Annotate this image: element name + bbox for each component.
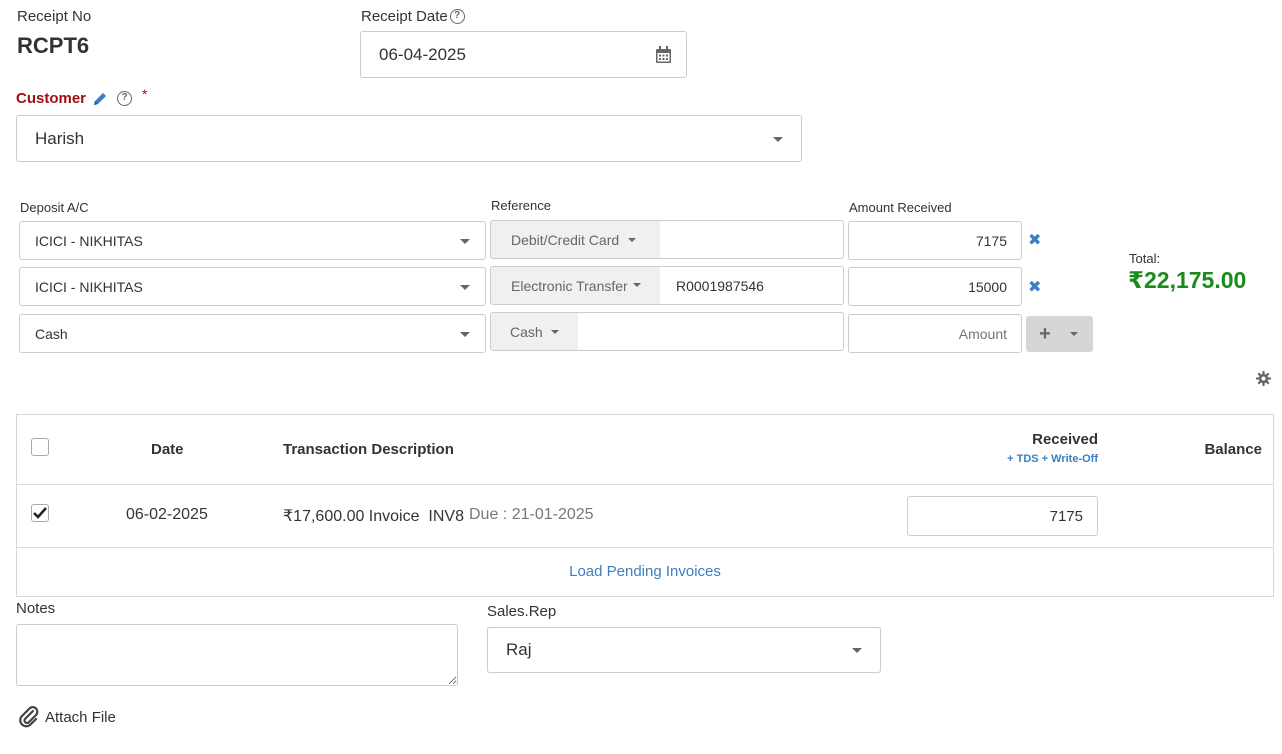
payment-method-dropdown[interactable]: Cash <box>490 312 579 351</box>
table-row: 06-02-2025 ₹17,600.00 Invoice INV8 Due :… <box>17 485 1273 548</box>
sales-rep-value: Raj <box>506 640 532 659</box>
plus-icon[interactable]: + <box>1026 323 1064 346</box>
chevron-down-icon[interactable] <box>1070 332 1078 336</box>
deposit-account-value: Cash <box>35 325 68 342</box>
deposit-account-select[interactable]: ICICI - NIKHITAS <box>19 221 486 260</box>
received-header: Received <box>1032 431 1098 448</box>
balance-header: Balance <box>1204 441 1262 458</box>
total-label: Total: <box>1129 251 1161 266</box>
remove-icon[interactable]: ✖ <box>1028 277 1041 297</box>
calendar-icon[interactable] <box>655 46 672 64</box>
add-row-split-button[interactable]: + <box>1026 316 1093 352</box>
customer-label-row: Customer ? * <box>16 86 147 108</box>
reference-value: R0001987546 <box>676 277 764 294</box>
customer-select[interactable]: Harish <box>16 115 802 162</box>
gear-icon[interactable] <box>1256 371 1271 386</box>
amount-input[interactable] <box>848 314 1022 353</box>
attach-file-button[interactable]: Attach File <box>19 706 116 728</box>
customer-help-icon[interactable]: ? <box>117 91 133 106</box>
chevron-down-icon <box>460 239 470 244</box>
row-description: ₹17,600.00 Invoice INV8 <box>283 508 464 525</box>
payment-method-value: Debit/Credit Card <box>511 231 620 248</box>
amount-received-label: Amount Received <box>849 200 952 215</box>
notes-textarea[interactable] <box>16 624 458 686</box>
deposit-account-label: Deposit A/C <box>20 200 89 215</box>
amount-input[interactable]: 7175 <box>848 221 1022 260</box>
checkmark-icon <box>33 507 47 519</box>
payment-method-value: Cash <box>510 323 543 340</box>
select-all-checkbox[interactable] <box>31 438 49 456</box>
chevron-down-icon <box>852 648 862 653</box>
remove-icon[interactable]: ✖ <box>1028 230 1041 250</box>
reference-label: Reference <box>491 198 551 213</box>
total-value: ₹22,175.00 <box>1128 267 1247 293</box>
reference-input[interactable]: R0001987546 <box>660 266 844 305</box>
chevron-down-icon <box>633 283 641 287</box>
load-pending-invoices-link[interactable]: Load Pending Invoices <box>17 563 1273 580</box>
receipt-date-label: Receipt Date <box>361 8 448 25</box>
receipt-no-value: RCPT6 <box>17 33 90 58</box>
chevron-down-icon <box>773 137 783 142</box>
receipt-no-label: Receipt No <box>17 8 92 25</box>
amount-value: 15000 <box>968 278 1007 295</box>
receipt-date-field[interactable]: 06-04-2025 <box>360 31 687 78</box>
pencil-icon[interactable] <box>92 91 108 107</box>
table-header: Date Transaction Description Received + … <box>17 415 1273 485</box>
tds-write-off-link[interactable]: + TDS + Write-Off <box>1007 453 1098 465</box>
chevron-down-icon <box>551 330 559 334</box>
customer-label: Customer <box>16 90 87 107</box>
deposit-account-value: ICICI - NIKHITAS <box>35 278 143 295</box>
deposit-account-value: ICICI - NIKHITAS <box>35 232 143 249</box>
received-input[interactable]: 7175 <box>907 496 1098 536</box>
receipt-date-label-row: Receipt Date ? <box>361 8 465 25</box>
payment-method-value: Electronic Transfer <box>511 277 628 294</box>
row-checkbox[interactable] <box>31 504 49 522</box>
required-mark: * <box>142 85 148 102</box>
deposit-account-select[interactable]: ICICI - NIKHITAS <box>19 267 486 306</box>
sales-rep-select[interactable]: Raj <box>487 627 881 673</box>
receipt-date-value: 06-04-2025 <box>379 44 466 64</box>
row-due-date: Due : 21-01-2025 <box>469 506 594 523</box>
sales-rep-label: Sales.Rep <box>487 603 557 620</box>
received-value: 7175 <box>1049 507 1083 525</box>
description-header: Transaction Description <box>283 441 454 458</box>
transactions-table: Date Transaction Description Received + … <box>16 414 1274 597</box>
chevron-down-icon <box>628 238 636 242</box>
help-icon[interactable]: ? <box>449 9 465 24</box>
notes-label: Notes <box>16 600 56 617</box>
chevron-down-icon <box>460 332 470 337</box>
paperclip-icon <box>19 706 39 728</box>
payment-method-dropdown[interactable]: Electronic Transfer <box>490 266 661 305</box>
reference-input[interactable] <box>660 220 844 259</box>
row-date: 06-02-2025 <box>126 506 208 523</box>
deposit-account-select[interactable]: Cash <box>19 314 486 353</box>
chevron-down-icon <box>460 285 470 290</box>
attach-file-label: Attach File <box>45 708 116 726</box>
date-header: Date <box>151 441 184 458</box>
customer-value: Harish <box>35 128 85 148</box>
reference-input[interactable] <box>578 312 844 351</box>
payment-method-dropdown[interactable]: Debit/Credit Card <box>490 220 661 259</box>
amount-value: 7175 <box>975 232 1007 249</box>
amount-input[interactable]: 15000 <box>848 267 1022 306</box>
